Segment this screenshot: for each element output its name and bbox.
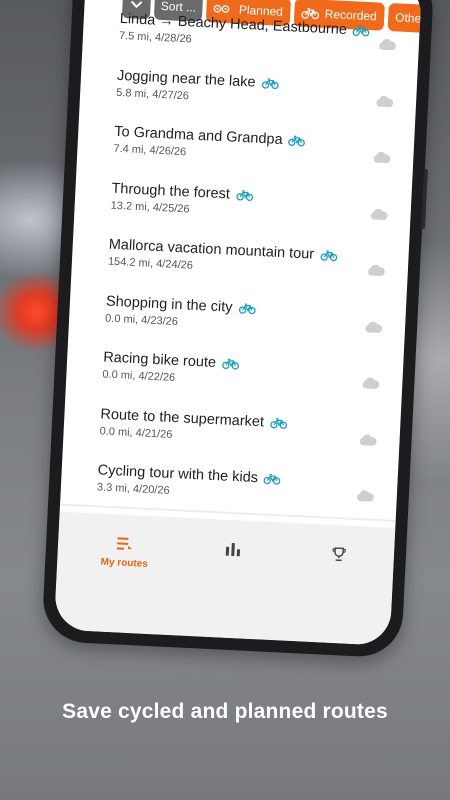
cloud-icon [362, 377, 380, 389]
cloud-icon [357, 490, 374, 502]
route-type [238, 302, 256, 315]
route-meta: 7.4 mi, 4/26/26 [113, 142, 187, 159]
nav-my-routes[interactable]: My routes [79, 535, 170, 571]
cloud-icon [376, 95, 394, 107]
cloud-sync-status [371, 150, 392, 169]
cloud-sync-status [363, 320, 384, 339]
route-meta: 0.0 mi, 4/23/26 [104, 312, 179, 328]
trophy-icon [332, 547, 346, 562]
my-routes-label: My routes [100, 556, 149, 570]
route-type [320, 249, 338, 262]
route-meta: 7.5 mi, 4/28/26 [118, 29, 192, 46]
bike-icon [301, 7, 320, 20]
route-meta: 0.0 mi, 4/22/26 [102, 368, 176, 385]
chevron-down-icon [130, 0, 143, 9]
route-meta: 154.2 mi, 4/24/26 [107, 255, 194, 272]
route-type [288, 134, 306, 147]
bike-icon [221, 358, 239, 370]
cloud-icon [365, 321, 383, 333]
route-type [263, 472, 282, 485]
nav-achievements[interactable] [293, 545, 384, 568]
cloud-sync-status [357, 433, 378, 452]
my-routes-icon [116, 537, 132, 550]
route-type [269, 416, 288, 429]
cloud-icon [368, 264, 385, 276]
route-type [221, 357, 240, 370]
cloud-sync-status [374, 94, 395, 113]
cloud-sync-status [368, 207, 389, 226]
bike-icon [263, 473, 281, 485]
route-meta: 0.0 mi, 4/21/26 [99, 424, 173, 441]
bike-icon [261, 77, 279, 89]
bike-icon [235, 189, 253, 201]
cloud-icon [359, 434, 377, 446]
bike-icon [320, 250, 337, 262]
cloud-sync-status [354, 489, 375, 508]
bike-icon [238, 302, 256, 314]
route-type [352, 24, 371, 37]
cloud-sync-status [376, 37, 397, 56]
phone-mockup: Sort ... Planned Recorded Other Linda → … [41, 0, 435, 659]
cloud-icon [370, 208, 388, 220]
planned-icon [214, 4, 230, 13]
phone-screen: Sort ... Planned Recorded Other Linda → … [53, 0, 423, 646]
cloud-icon [379, 39, 396, 51]
route-type [261, 76, 279, 89]
bottom-nav: My routes [53, 511, 396, 646]
bike-icon [288, 135, 306, 147]
route-meta: 5.8 mi, 4/27/26 [115, 86, 190, 102]
cloud-sync-status [365, 263, 386, 282]
route-meta: 13.2 mi, 4/25/26 [110, 199, 190, 216]
bike-icon [269, 417, 287, 429]
bike-icon [352, 25, 370, 37]
cloud-sync-status [360, 376, 381, 395]
route-meta: 3.3 mi, 4/20/26 [96, 481, 170, 497]
nav-statistics[interactable] [188, 540, 279, 563]
bar-chart-icon [225, 542, 241, 557]
tagline: Save cycled and planned routes [62, 700, 388, 723]
route-type [235, 188, 254, 201]
cloud-icon [373, 151, 391, 164]
other-label: Other [394, 10, 423, 26]
